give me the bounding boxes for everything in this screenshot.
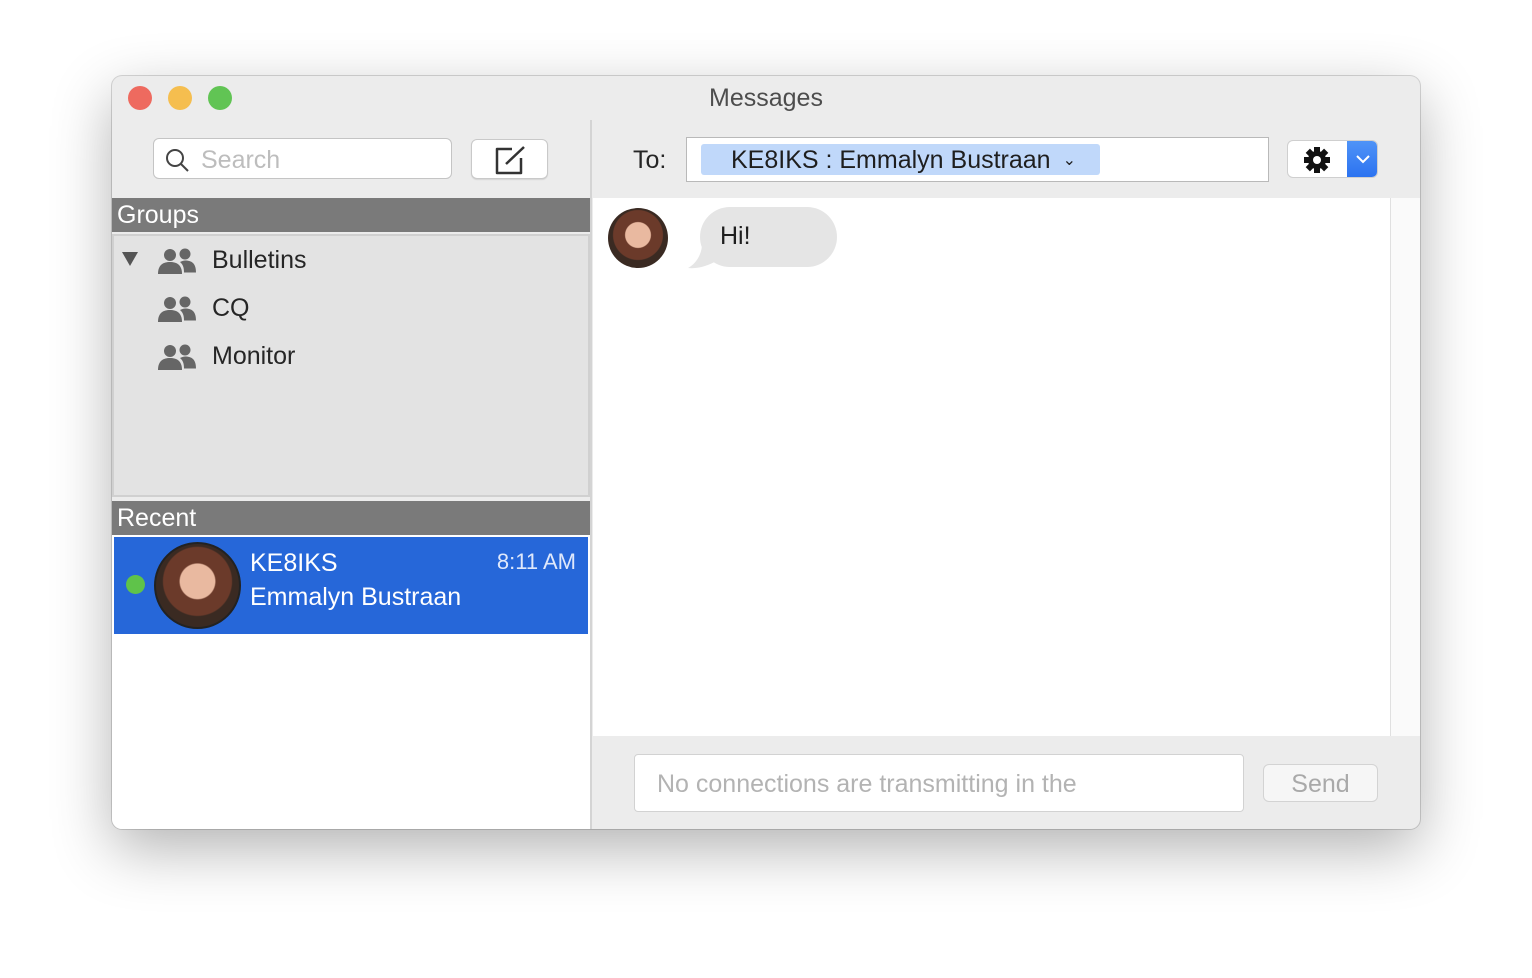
group-icon xyxy=(158,344,196,370)
group-icon xyxy=(158,248,196,274)
group-item-monitor[interactable]: Monitor xyxy=(158,342,295,371)
sidebar-divider[interactable] xyxy=(590,120,592,829)
search-input[interactable]: Search xyxy=(153,138,452,179)
sender-avatar xyxy=(608,208,668,268)
recipient-field[interactable]: KE8IKS : Emmalyn Bustraan ⌄ xyxy=(686,137,1269,182)
message-input[interactable]: No connections are transmitting in the xyxy=(634,754,1244,812)
online-status-dot xyxy=(126,575,145,594)
recent-header: Recent xyxy=(112,501,590,535)
recent-list: KE8IKS Emmalyn Bustraan 8:11 AM xyxy=(112,535,590,829)
chevron-down-icon xyxy=(1356,155,1370,164)
search-icon xyxy=(166,149,189,172)
groups-list: Bulletins CQ Monitor xyxy=(112,234,590,497)
group-icon xyxy=(158,296,196,322)
group-item-bulletins[interactable]: Bulletins xyxy=(158,246,307,275)
contact-name: Emmalyn Bustraan xyxy=(250,583,462,611)
disclosure-triangle-icon[interactable] xyxy=(122,252,138,266)
compose-button[interactable] xyxy=(471,139,548,179)
avatar xyxy=(154,542,241,629)
recent-conversation-item[interactable]: KE8IKS Emmalyn Bustraan 8:11 AM xyxy=(114,537,588,634)
message-transcript xyxy=(593,198,1390,736)
group-item-cq[interactable]: CQ xyxy=(158,294,250,323)
search-placeholder: Search xyxy=(201,146,281,174)
send-button[interactable]: Send xyxy=(1263,764,1378,802)
recipient-token[interactable]: KE8IKS : Emmalyn Bustraan ⌄ xyxy=(701,144,1100,175)
messages-window: Messages Search Groups Bulletins CQ Moni… xyxy=(112,76,1420,829)
settings-dropdown[interactable] xyxy=(1347,141,1377,177)
contact-callsign: KE8IKS xyxy=(250,549,338,577)
chevron-down-icon: ⌄ xyxy=(1062,152,1076,169)
to-label: To: xyxy=(633,146,667,174)
groups-header: Groups xyxy=(112,198,590,232)
message-time: 8:11 AM xyxy=(496,549,576,574)
settings-menu-button[interactable] xyxy=(1287,140,1378,178)
compose-icon xyxy=(495,146,525,175)
gear-icon xyxy=(1304,147,1330,173)
message-bubble: Hi! xyxy=(700,207,837,267)
window-title: Messages xyxy=(709,84,823,112)
scrollbar[interactable] xyxy=(1390,198,1420,736)
